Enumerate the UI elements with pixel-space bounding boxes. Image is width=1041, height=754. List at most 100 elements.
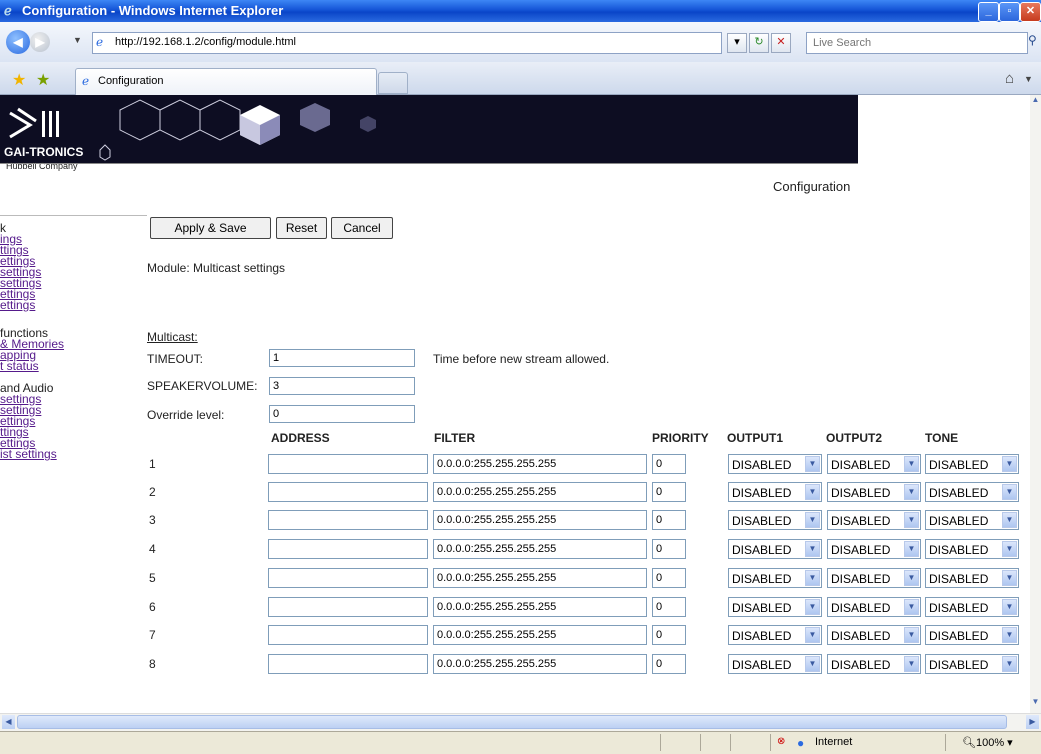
scrollbar-thumb[interactable] [17, 715, 1007, 729]
sidebar-link[interactable]: ettings [0, 299, 140, 311]
priority-input[interactable] [652, 510, 686, 530]
scroll-right-icon[interactable]: ▶ [1026, 715, 1039, 729]
chevron-down-icon[interactable]: ▼ [805, 456, 820, 472]
output1-select[interactable]: DISABLED ▼ [728, 654, 822, 674]
chevron-down-icon[interactable]: ▼ [1002, 484, 1017, 500]
scroll-up-icon[interactable]: ▲ [1030, 95, 1041, 111]
address-input[interactable] [268, 510, 428, 530]
address-input[interactable] [268, 597, 428, 617]
address-bar[interactable]: ℯ http://192.168.1.2/config/module.html [92, 32, 722, 54]
tone-select[interactable]: DISABLED ▼ [925, 510, 1019, 530]
priority-input[interactable] [652, 454, 686, 474]
zoom-level[interactable]: 🔍︎100% ▾ [962, 736, 1013, 749]
output1-select[interactable]: DISABLED ▼ [728, 597, 822, 617]
output2-select[interactable]: DISABLED ▼ [827, 539, 921, 559]
back-button[interactable]: ◀ [6, 30, 30, 54]
address-input[interactable] [268, 482, 428, 502]
chevron-down-icon[interactable]: ▼ [805, 541, 820, 557]
address-dropdown-icon[interactable]: ▾ [727, 33, 747, 53]
output1-select[interactable]: DISABLED ▼ [728, 454, 822, 474]
chevron-down-icon[interactable]: ▼ [904, 599, 919, 615]
chevron-down-icon[interactable]: ▼ [1002, 627, 1017, 643]
chevron-down-icon[interactable]: ▼ [805, 656, 820, 672]
search-icon[interactable]: ⚲ [1028, 33, 1037, 47]
chevron-down-icon[interactable]: ▼ [904, 627, 919, 643]
home-icon[interactable]: ⌂ [1005, 70, 1014, 87]
filter-input[interactable] [433, 597, 647, 617]
tone-select[interactable]: DISABLED ▼ [925, 482, 1019, 502]
vertical-scrollbar[interactable]: ▲ ▼ [1030, 95, 1041, 713]
sidebar-link[interactable]: t status [0, 360, 140, 372]
chevron-down-icon[interactable]: ▼ [805, 484, 820, 500]
output1-select[interactable]: DISABLED ▼ [728, 625, 822, 645]
output1-select[interactable]: DISABLED ▼ [728, 568, 822, 588]
output2-select[interactable]: DISABLED ▼ [827, 654, 921, 674]
history-dropdown-icon[interactable]: ▼ [73, 35, 82, 45]
chevron-down-icon[interactable]: ▼ [1002, 512, 1017, 528]
output1-select[interactable]: DISABLED ▼ [728, 510, 822, 530]
minimize-button[interactable]: _ [978, 2, 999, 22]
chevron-down-icon[interactable]: ▼ [1002, 541, 1017, 557]
chevron-down-icon[interactable]: ▼ [805, 512, 820, 528]
new-tab-button[interactable] [378, 72, 408, 94]
speakervolume-input[interactable] [269, 377, 415, 395]
address-input[interactable] [268, 625, 428, 645]
reset-button[interactable]: Reset [276, 217, 327, 239]
refresh-icon[interactable]: ↻ [749, 33, 769, 53]
chevron-down-icon[interactable]: ▼ [904, 484, 919, 500]
cancel-button[interactable]: Cancel [331, 217, 393, 239]
address-input[interactable] [268, 454, 428, 474]
stop-icon[interactable]: ✕ [771, 33, 791, 53]
output2-select[interactable]: DISABLED ▼ [827, 568, 921, 588]
apply-save-button[interactable]: Apply & Save [150, 217, 271, 239]
priority-input[interactable] [652, 568, 686, 588]
chevron-down-icon[interactable]: ▼ [1002, 456, 1017, 472]
address-input[interactable] [268, 568, 428, 588]
maximize-button[interactable]: ▫ [999, 2, 1020, 22]
home-dropdown-icon[interactable]: ▼ [1024, 74, 1033, 84]
chevron-down-icon[interactable]: ▼ [805, 627, 820, 643]
priority-input[interactable] [652, 539, 686, 559]
forward-button[interactable]: ▶ [30, 32, 50, 52]
tab-configuration[interactable]: ℯ Configuration [75, 68, 377, 95]
filter-input[interactable] [433, 539, 647, 559]
horizontal-scrollbar[interactable]: ◀ ▶ [0, 713, 1041, 731]
tone-select[interactable]: DISABLED ▼ [925, 568, 1019, 588]
output2-select[interactable]: DISABLED ▼ [827, 454, 921, 474]
priority-input[interactable] [652, 597, 686, 617]
output2-select[interactable]: DISABLED ▼ [827, 597, 921, 617]
output1-select[interactable]: DISABLED ▼ [728, 482, 822, 502]
chevron-down-icon[interactable]: ▼ [1002, 570, 1017, 586]
chevron-down-icon[interactable]: ▼ [904, 541, 919, 557]
popup-blocked-icon[interactable]: ⊗ [777, 736, 785, 747]
output1-select[interactable]: DISABLED ▼ [728, 539, 822, 559]
close-button[interactable]: ✕ [1020, 2, 1041, 22]
scroll-left-icon[interactable]: ◀ [2, 715, 15, 729]
chevron-down-icon[interactable]: ▼ [904, 570, 919, 586]
chevron-down-icon[interactable]: ▼ [805, 570, 820, 586]
search-box[interactable] [806, 32, 1028, 54]
chevron-down-icon[interactable]: ▼ [1002, 599, 1017, 615]
output2-select[interactable]: DISABLED ▼ [827, 625, 921, 645]
output2-select[interactable]: DISABLED ▼ [827, 482, 921, 502]
search-input[interactable] [811, 35, 1015, 51]
priority-input[interactable] [652, 625, 686, 645]
tone-select[interactable]: DISABLED ▼ [925, 654, 1019, 674]
chevron-down-icon[interactable]: ▼ [904, 456, 919, 472]
address-input[interactable] [268, 539, 428, 559]
add-favorite-icon[interactable]: ★ [36, 70, 50, 90]
timeout-input[interactable] [269, 349, 415, 367]
priority-input[interactable] [652, 482, 686, 502]
output2-select[interactable]: DISABLED ▼ [827, 510, 921, 530]
filter-input[interactable] [433, 510, 647, 530]
address-input[interactable] [268, 654, 428, 674]
tone-select[interactable]: DISABLED ▼ [925, 539, 1019, 559]
sidebar-link[interactable]: ist settings [0, 448, 140, 460]
priority-input[interactable] [652, 654, 686, 674]
filter-input[interactable] [433, 482, 647, 502]
tone-select[interactable]: DISABLED ▼ [925, 454, 1019, 474]
tone-select[interactable]: DISABLED ▼ [925, 597, 1019, 617]
chevron-down-icon[interactable]: ▼ [904, 512, 919, 528]
chevron-down-icon[interactable]: ▼ [1002, 656, 1017, 672]
favorites-star-icon[interactable]: ★ [12, 70, 26, 90]
